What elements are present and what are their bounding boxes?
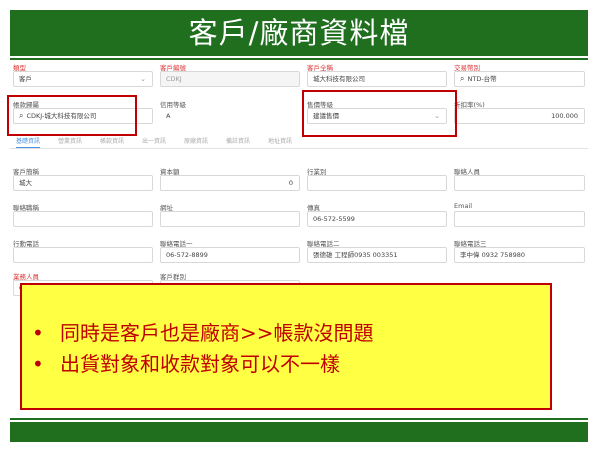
slide-title-bar: 客戶/廠商資料檔	[10, 10, 588, 56]
phone2-field[interactable]: 張德雄 工程師0935 003351	[307, 247, 447, 263]
tab-shipping-info[interactable]: 出一資訊	[142, 136, 166, 145]
phone1-value: 06-572-8899	[166, 251, 208, 259]
bullet-item: • 出貨對象和收款對象可以不一樣	[32, 352, 340, 376]
credit-level-select[interactable]: A	[160, 108, 300, 124]
form-tabs: 基礎資訊 營業資訊 帳款資訊 出一資訊 原廠資訊 備註資訊 地址資訊	[10, 135, 588, 149]
type-select[interactable]: 客戶 ⌄	[13, 71, 153, 87]
account-owner-highlight	[7, 95, 137, 136]
search-icon: ⌕	[460, 74, 465, 83]
phone1-field[interactable]: 06-572-8899	[160, 247, 300, 263]
tab-account-info[interactable]: 帳款資訊	[100, 136, 124, 145]
bullet-icon: •	[32, 321, 44, 345]
customer-fullname-field[interactable]: 城大科技有限公司	[307, 71, 447, 87]
price-level-highlight	[302, 90, 457, 137]
currency-select[interactable]: ⌕ NTD-台幣	[454, 71, 585, 87]
mobile-field[interactable]	[13, 247, 153, 263]
discount-rate-value: 100.000	[551, 112, 578, 120]
tab-notes-info[interactable]: 備註資訊	[226, 136, 250, 145]
contact-person-field[interactable]	[454, 175, 585, 191]
fax-field[interactable]: 06-572-5599	[307, 211, 447, 227]
type-value: 客戶	[19, 75, 32, 83]
tab-sales-info[interactable]: 營業資訊	[58, 136, 82, 145]
website-field[interactable]	[160, 211, 300, 227]
title-rule	[10, 58, 588, 60]
contact-title-field[interactable]	[13, 211, 153, 227]
email-label: Email	[454, 202, 473, 210]
footer-rule	[10, 418, 588, 420]
callout-box: • 同時是客戶也是廠商>>帳款沒問題 • 出貨對象和收款對象可以不一樣	[20, 283, 552, 410]
tab-vendor-info[interactable]: 原廠資訊	[184, 136, 208, 145]
phone3-value: 李中偉 0932 758980	[460, 251, 525, 259]
tab-address-info[interactable]: 地址資訊	[268, 136, 292, 145]
short-name-value: 城大	[19, 179, 32, 187]
bullet-text: 同時是客戶也是廠商>>帳款沒問題	[60, 321, 374, 345]
discount-rate-field[interactable]: 100.000	[454, 108, 585, 124]
tab-basic-info[interactable]: 基礎資訊	[16, 136, 41, 148]
bullet-icon: •	[32, 352, 44, 376]
slide-title: 客戶/廠商資料檔	[188, 16, 410, 50]
footer-bar	[10, 422, 588, 442]
chevron-down-icon: ⌄	[140, 75, 146, 83]
email-field[interactable]	[454, 211, 585, 227]
bullet-text: 出貨對象和收款對象可以不一樣	[60, 352, 340, 376]
customer-code-field[interactable]: CDKJ	[160, 71, 300, 87]
capital-field[interactable]: 0	[160, 175, 300, 191]
currency-value: NTD-台幣	[467, 75, 497, 83]
capital-value: 0	[288, 179, 293, 187]
credit-level-value: A	[166, 112, 171, 120]
phone3-field[interactable]: 李中偉 0932 758980	[454, 247, 585, 263]
fax-value: 06-572-5599	[313, 215, 355, 223]
customer-fullname-value: 城大科技有限公司	[313, 75, 365, 83]
customer-code-value: CDKJ	[166, 75, 182, 83]
industry-field[interactable]	[307, 175, 447, 191]
bullet-item: • 同時是客戶也是廠商>>帳款沒問題	[32, 321, 374, 345]
short-name-field[interactable]: 城大	[13, 175, 153, 191]
phone2-value: 張德雄 工程師0935 003351	[313, 251, 398, 259]
